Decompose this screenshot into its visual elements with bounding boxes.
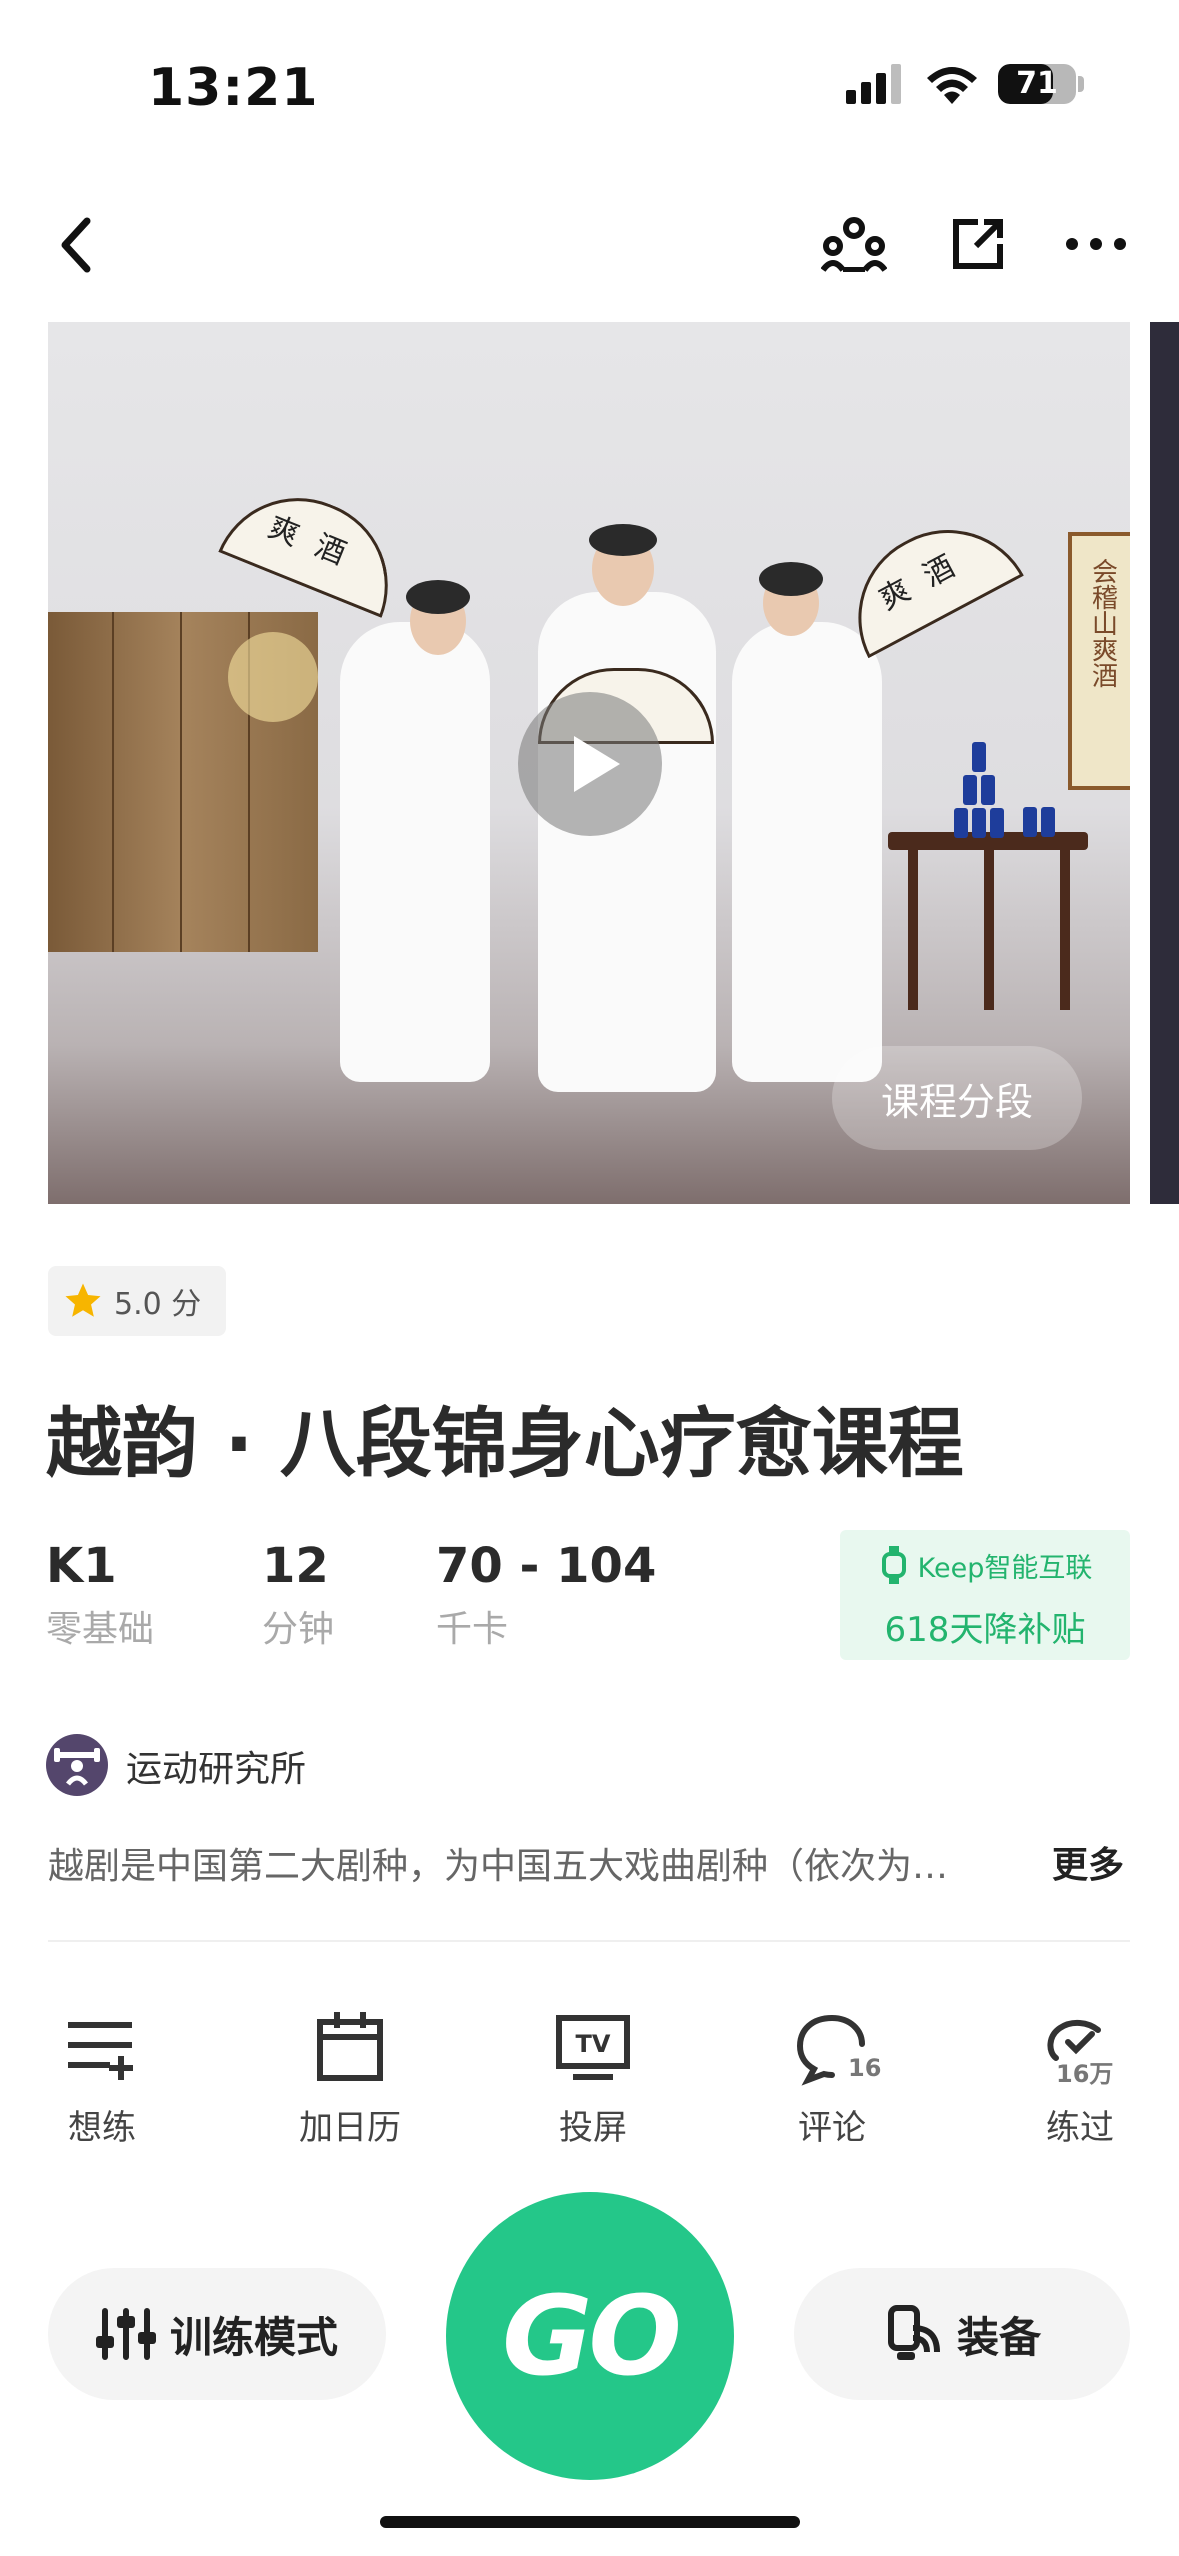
- group-icon: [821, 217, 887, 272]
- action-add-calendar[interactable]: 加日历: [270, 2000, 430, 2149]
- performer-hair: [759, 562, 823, 596]
- action-label: 想练: [68, 2108, 136, 2148]
- action-label: 加日历: [299, 2108, 401, 2148]
- stat-level-label: 零基础: [46, 1609, 155, 1650]
- action-comments[interactable]: 16 评论: [752, 2000, 912, 2149]
- play-icon: [574, 736, 620, 792]
- stat-duration-value: 12: [262, 1538, 329, 1594]
- table-leg: [1060, 850, 1070, 1010]
- action-label: 练过: [1046, 2108, 1114, 2148]
- group-button[interactable]: [816, 206, 892, 282]
- equipment-icon: [887, 2305, 940, 2360]
- action-label: 投屏: [559, 2108, 627, 2148]
- table-leg: [908, 850, 918, 1010]
- play-button[interactable]: [518, 692, 662, 836]
- fan-text: 爽酒: [263, 509, 370, 580]
- divider: [48, 1940, 1130, 1942]
- action-trained[interactable]: 16万 练过: [1000, 2000, 1160, 2149]
- stat-calories-value: 70 - 104: [436, 1538, 657, 1594]
- more-description-link[interactable]: 更多: [1052, 1836, 1124, 1888]
- performer-left: [340, 622, 490, 1082]
- more-icon: [1066, 238, 1126, 250]
- calligraphy-scroll: 会稽山爽酒: [1068, 532, 1130, 790]
- battery-icon: 71: [998, 64, 1076, 104]
- share-icon: [953, 219, 1003, 269]
- promo-line1: Keep智能互联: [917, 1553, 1093, 1584]
- keep-promo-badge[interactable]: Keep智能互联 618天降补贴: [840, 1530, 1130, 1660]
- weightlifter-icon: [54, 1748, 100, 1786]
- training-mode-button[interactable]: 训练模式: [48, 2268, 386, 2400]
- more-button[interactable]: [1060, 206, 1132, 282]
- training-mode-label: 训练模式: [169, 2312, 338, 2362]
- performer-right: [732, 622, 882, 1082]
- rating-value: 5.0 分: [114, 1287, 202, 1322]
- author-name[interactable]: 运动研究所: [126, 1740, 306, 1792]
- cans-pair: [1023, 807, 1055, 837]
- performer-hair: [589, 524, 657, 556]
- stat-level-value: K1: [46, 1538, 117, 1594]
- battery-level: 71: [1016, 66, 1058, 101]
- stat-duration: 12 分钟: [262, 1538, 334, 1652]
- stat-level: K1 零基础: [46, 1538, 154, 1652]
- chevron-left-icon: [61, 217, 91, 273]
- trained-count: 16万: [1056, 2060, 1114, 2088]
- cans-stack: [954, 742, 1004, 838]
- promo-line2: 618天降补贴: [884, 1610, 1086, 1650]
- back-button[interactable]: [40, 200, 110, 290]
- action-cast[interactable]: TV 投屏: [513, 2000, 673, 2149]
- star-icon: [65, 1283, 101, 1317]
- comment-count: 16: [848, 2054, 882, 2082]
- battery-tip: [1078, 76, 1084, 92]
- course-video[interactable]: 会稽山爽酒 爽酒 爽酒 课程分段: [48, 322, 1130, 1204]
- home-indicator: [380, 2516, 800, 2528]
- wifi-icon: [927, 67, 977, 104]
- equipment-button[interactable]: 装备: [794, 2268, 1130, 2400]
- course-description: 越剧是中国第二大剧种，为中国五大戏曲剧种（依次为…: [48, 1846, 949, 1887]
- fan-left: 爽酒: [218, 472, 414, 618]
- stat-duration-label: 分钟: [262, 1609, 335, 1650]
- calendar-icon: [317, 2012, 383, 2081]
- course-segments-button[interactable]: 课程分段: [832, 1046, 1082, 1150]
- go-button[interactable]: GO: [446, 2192, 734, 2480]
- cellular-signal-icon: [846, 64, 901, 104]
- performer-center: [538, 592, 716, 1092]
- stat-calories: 70 - 104 千卡: [436, 1538, 656, 1652]
- svg-text:TV: TV: [576, 2030, 611, 2058]
- add-to-list-icon: [68, 2022, 133, 2080]
- stat-calories-label: 千卡: [436, 1609, 509, 1650]
- scroll-text: 会稽山爽酒: [1087, 558, 1118, 688]
- rating-badge: 5.0 分: [48, 1266, 226, 1336]
- fan-text: 爽酒: [873, 539, 979, 618]
- tv-cast-icon: TV: [556, 2015, 630, 2080]
- performer-hair: [406, 580, 470, 614]
- sliders-icon: [95, 2308, 156, 2360]
- course-title: 越韵 · 八段锦身心疗愈课程: [46, 1399, 964, 1488]
- author-avatar[interactable]: [46, 1734, 108, 1796]
- share-button[interactable]: [940, 206, 1016, 282]
- table-leg: [984, 850, 994, 1010]
- equipment-label: 装备: [956, 2312, 1041, 2362]
- lamp-glow: [228, 632, 318, 722]
- next-media-peek[interactable]: [1150, 322, 1179, 1204]
- go-label: GO: [502, 2272, 682, 2400]
- action-want-to-train[interactable]: 想练: [22, 2000, 182, 2149]
- action-label: 评论: [798, 2108, 866, 2148]
- status-time: 13:21: [148, 58, 319, 118]
